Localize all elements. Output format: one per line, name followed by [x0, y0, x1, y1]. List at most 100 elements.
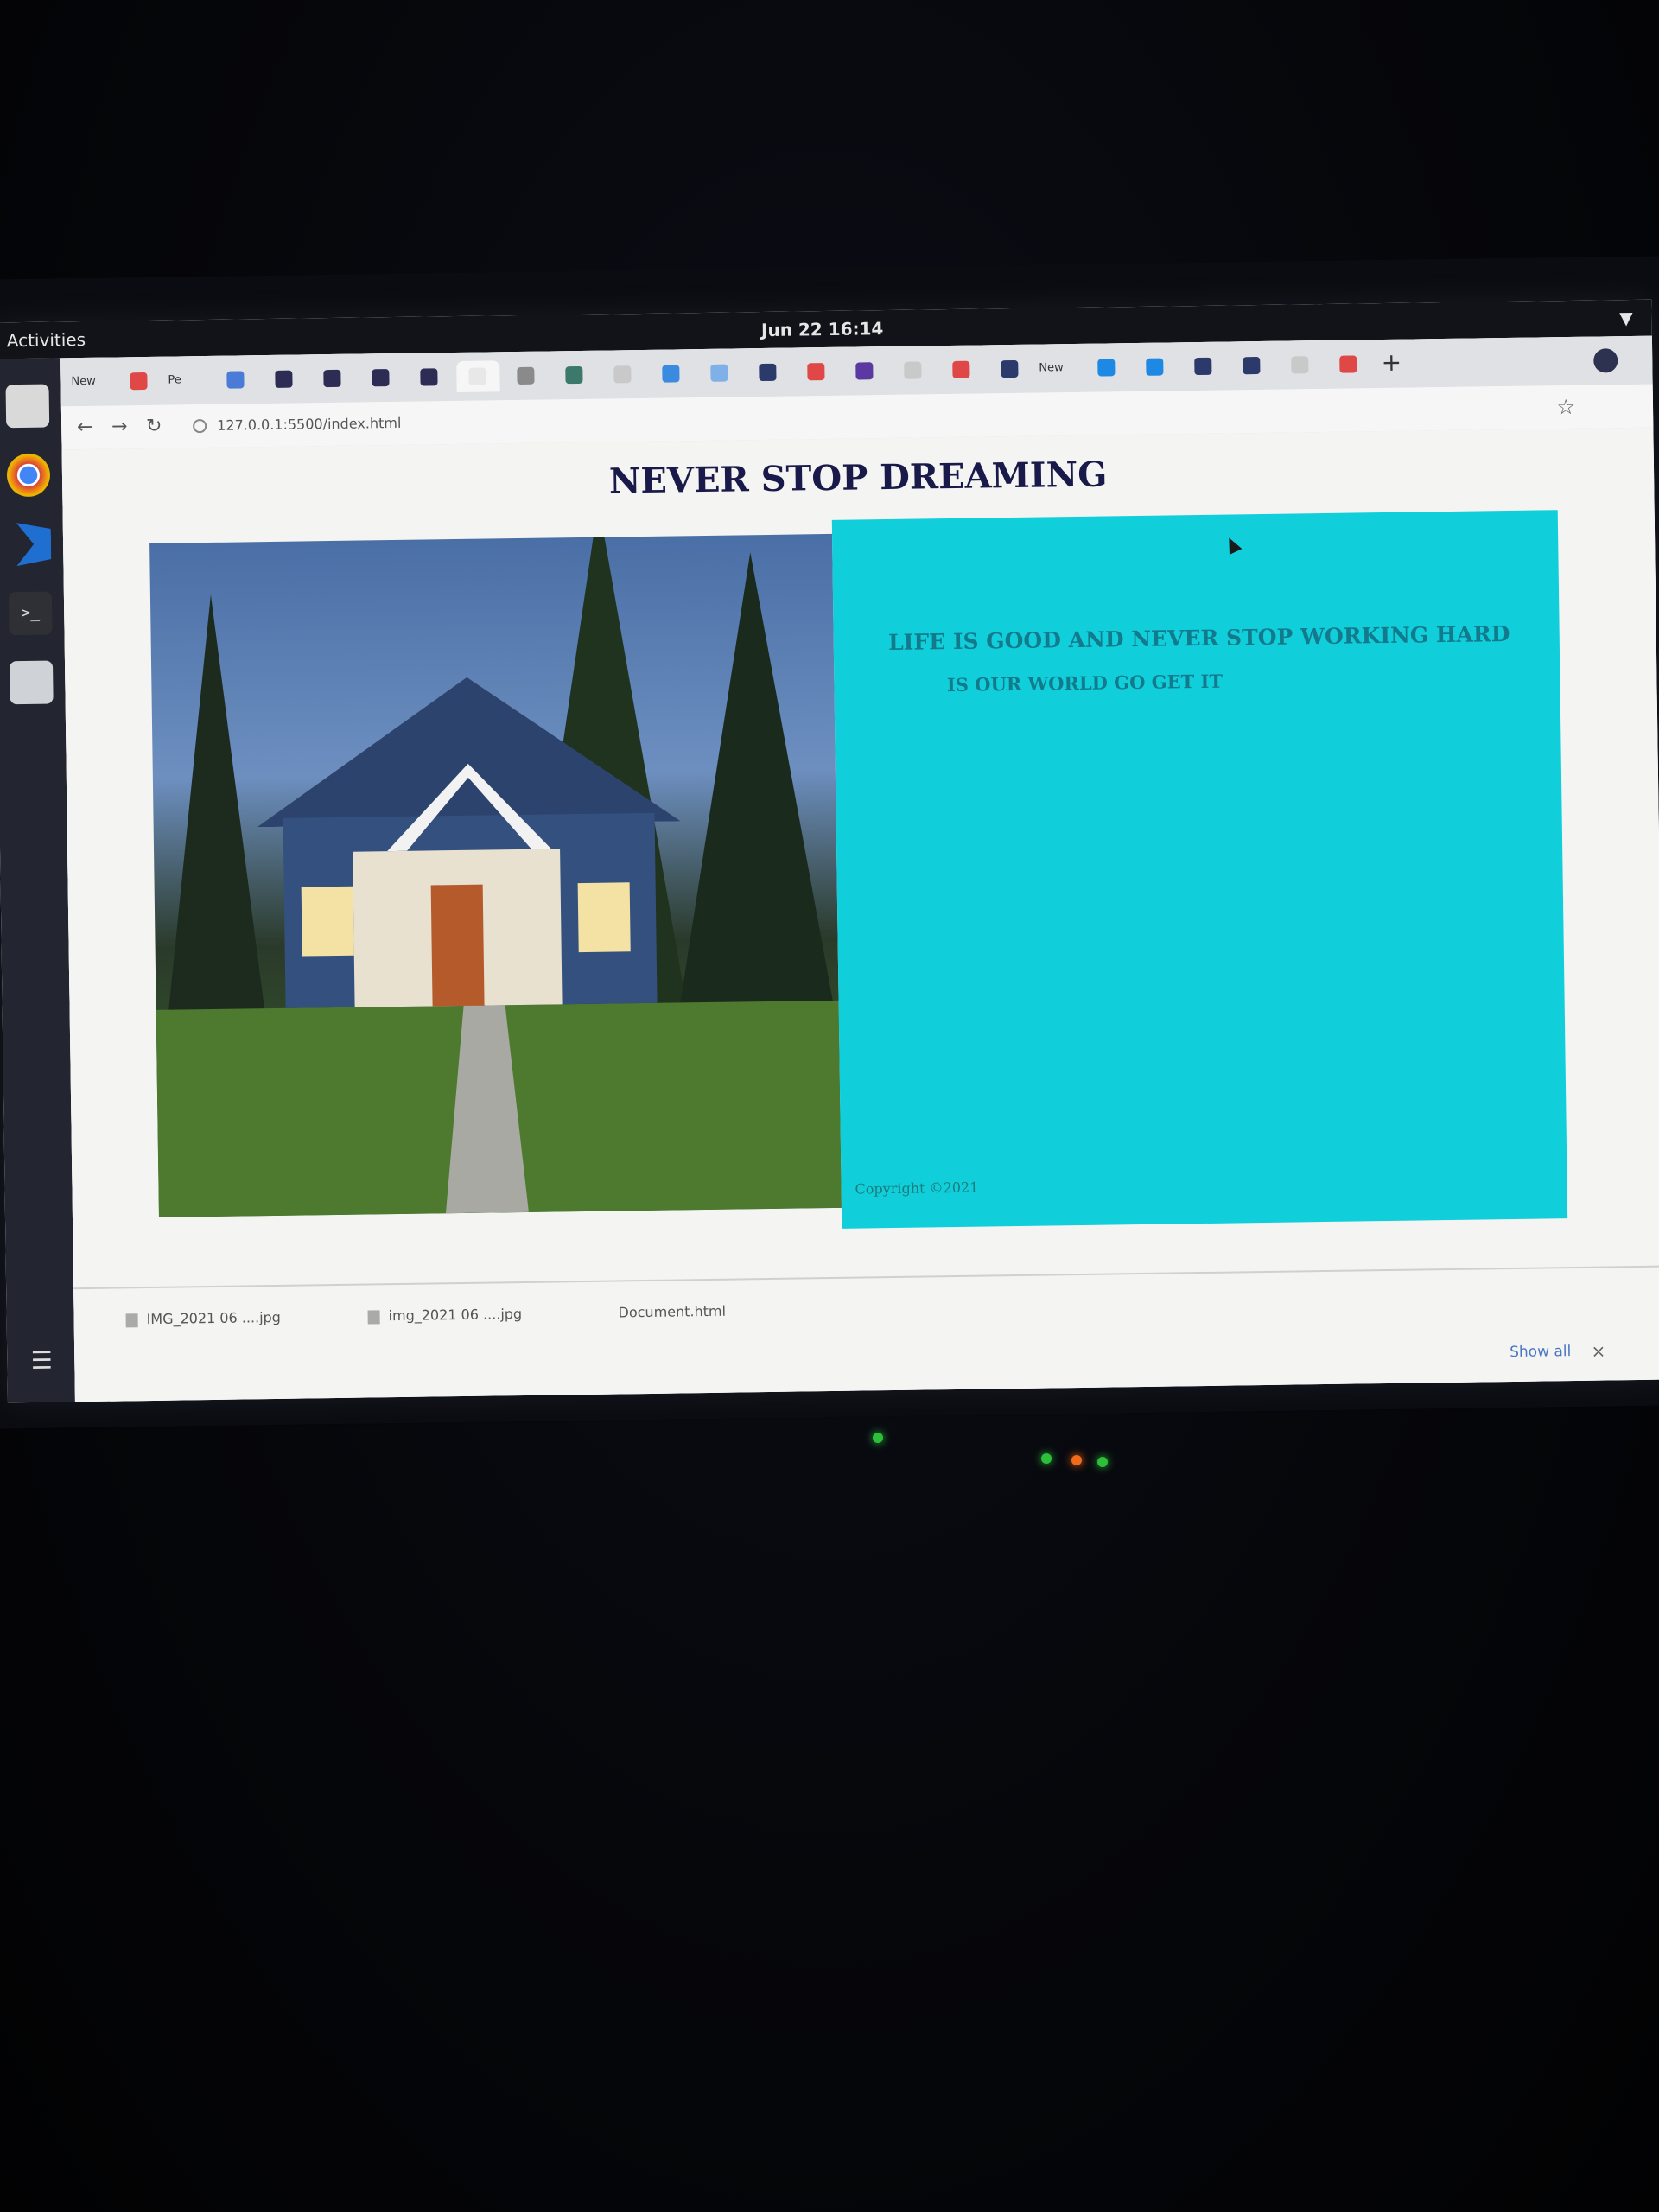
profile-avatar[interactable] [1593, 348, 1618, 373]
browser-tab[interactable] [408, 361, 451, 393]
tab-favicon-icon [759, 363, 777, 382]
tab-favicon-icon [420, 368, 438, 386]
new-tab-button[interactable]: + [1376, 348, 1407, 379]
status-led [1071, 1455, 1082, 1465]
tab-favicon-icon [226, 371, 245, 389]
tab-favicon-icon [662, 365, 680, 383]
tab-favicon-icon [372, 369, 390, 387]
download-filename: img_2021 06 ....jpg [388, 1306, 523, 1325]
browser-tab[interactable] [988, 353, 1032, 385]
tree [668, 551, 839, 1038]
power-led [873, 1433, 883, 1443]
tab-favicon-icon [323, 369, 341, 388]
monitor: Activities Jun 22 16:14 ▼ >_ ☰ New Pe New +… [0, 256, 1659, 1429]
chrome-icon[interactable] [6, 453, 51, 498]
reload-icon[interactable]: ↻ [141, 414, 167, 440]
tree [159, 594, 269, 1045]
tab-favicon-icon [517, 366, 535, 385]
tab-label: Pe [168, 373, 181, 387]
tab-label: New [1039, 361, 1064, 375]
page-title: NEVER STOP DREAMING [608, 454, 1108, 502]
browser-tab[interactable] [359, 362, 403, 394]
status-led [1097, 1457, 1108, 1467]
status-led [1041, 1453, 1052, 1464]
forward-icon[interactable]: → [106, 414, 132, 440]
url-text[interactable]: 127.0.0.1:5500/index.html [217, 409, 402, 441]
browser-tab[interactable] [1085, 352, 1128, 384]
tab-favicon-icon [1194, 357, 1212, 376]
browser-tab[interactable] [1279, 349, 1322, 381]
browser-window: New Pe New + ← → ↻ 127.0.0.1:5500/index.htm… [60, 335, 1659, 1403]
download-item[interactable]: img_2021 06 ....jpg [367, 1306, 522, 1324]
tab-favicon-icon [710, 364, 728, 382]
tab-favicon-icon [130, 372, 148, 391]
browser-tab[interactable]: New [1037, 353, 1080, 385]
tab-favicon-icon [613, 365, 632, 384]
tab-favicon-icon [904, 361, 922, 379]
page-viewport: NEVER STOP DREAMING LIFE IS GOOD AND NEV… [61, 427, 1659, 1288]
browser-tab[interactable]: Pe [166, 365, 209, 397]
tagline: LIFE IS GOOD AND NEVER STOP WORKING HARD [887, 620, 1510, 656]
close-icon[interactable]: × [1591, 1341, 1605, 1362]
house-door [430, 884, 485, 1007]
show-all-button[interactable]: Show all [1510, 1343, 1571, 1361]
files-icon[interactable] [5, 384, 50, 429]
vscode-icon[interactable] [8, 523, 52, 567]
file-icon [125, 1313, 138, 1327]
tab-favicon-icon [807, 363, 825, 381]
browser-tab[interactable] [1134, 351, 1177, 383]
browser-tab[interactable] [698, 357, 741, 389]
tab-favicon-icon [1146, 358, 1164, 376]
browser-tab[interactable] [456, 360, 500, 392]
house-window [577, 882, 631, 953]
browser-tab[interactable] [214, 364, 257, 396]
system-tray-icon[interactable]: ▼ [1619, 300, 1633, 336]
browser-tab[interactable] [263, 363, 306, 395]
browser-tab[interactable] [843, 355, 887, 387]
star-icon[interactable]: ☆ [1556, 394, 1575, 420]
house-image [149, 533, 842, 1217]
browser-tab[interactable] [1230, 350, 1274, 382]
house-window [301, 886, 354, 957]
browser-tab[interactable] [1327, 348, 1370, 380]
info-icon[interactable] [193, 419, 207, 434]
browser-tab[interactable] [795, 356, 838, 388]
download-item[interactable]: Document.html [618, 1303, 726, 1321]
tab-label: New [71, 374, 96, 389]
tab-favicon-icon [1291, 356, 1309, 374]
monitor-stand-leds [0, 1417, 1659, 1467]
text-panel: LIFE IS GOOD AND NEVER STOP WORKING HARD… [831, 510, 1568, 1229]
browser-tab[interactable] [118, 365, 161, 397]
tab-favicon-icon [1001, 359, 1019, 378]
copyright: Copyright ©2021 [855, 1179, 979, 1198]
tab-favicon-icon [468, 367, 486, 385]
browser-tab[interactable] [940, 353, 983, 385]
download-filename: Document.html [618, 1302, 727, 1321]
monitor-screen: Activities Jun 22 16:14 ▼ >_ ☰ New Pe New +… [0, 299, 1659, 1403]
app-grid-icon[interactable]: ☰ [24, 1344, 60, 1379]
browser-tab[interactable] [505, 359, 548, 391]
browser-tab[interactable] [1182, 351, 1225, 383]
tab-favicon-icon [952, 360, 970, 378]
terminal-icon[interactable]: >_ [8, 591, 53, 636]
tab-favicon-icon [1243, 356, 1261, 375]
download-item[interactable]: IMG_2021 06 ....jpg [125, 1309, 281, 1328]
downloads-bar: IMG_2021 06 ....jpg img_2021 06 ....jpg … [73, 1265, 1659, 1403]
browser-tab[interactable] [892, 354, 935, 386]
tab-favicon-icon [565, 365, 583, 385]
browser-tab[interactable] [311, 363, 354, 395]
subline: IS OUR WORLD GO GET IT [946, 670, 1224, 696]
browser-tab[interactable]: New [69, 366, 112, 398]
tab-favicon-icon [275, 370, 293, 388]
browser-tab[interactable] [601, 359, 645, 391]
file-icon [367, 1309, 380, 1325]
tab-favicon-icon [1339, 355, 1357, 373]
browser-tab[interactable] [747, 357, 790, 389]
tab-favicon-icon [855, 362, 874, 380]
back-icon[interactable]: ← [72, 415, 98, 441]
screenshot-icon[interactable] [9, 660, 54, 705]
tab-favicon-icon [1097, 359, 1116, 377]
download-filename: IMG_2021 06 ....jpg [146, 1308, 282, 1328]
browser-tab[interactable] [553, 359, 596, 391]
browser-tab[interactable] [650, 358, 693, 390]
